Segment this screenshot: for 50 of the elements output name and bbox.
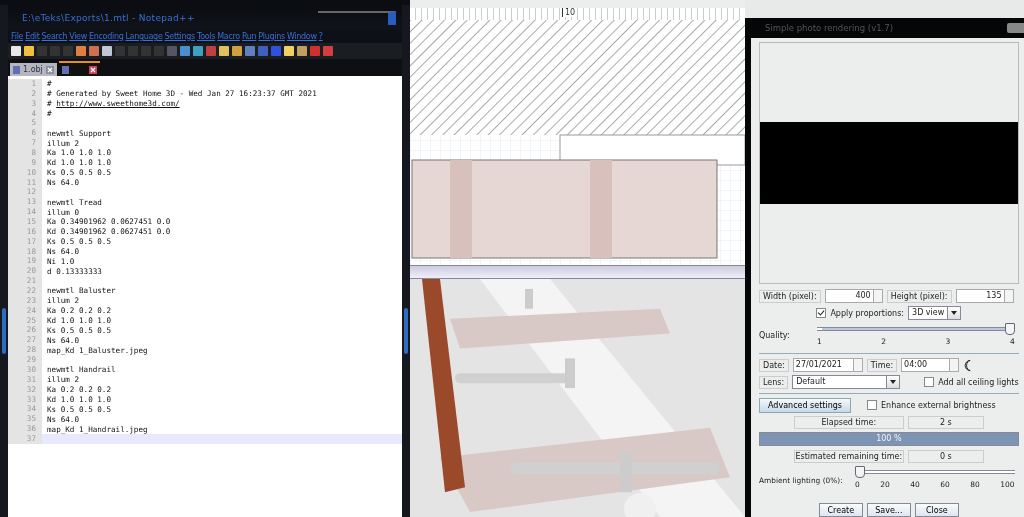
checkbox-label: Apply proportions:	[830, 308, 905, 318]
menu-item[interactable]: Tools	[196, 32, 216, 41]
field-label: Lens:	[759, 375, 789, 389]
menu-item[interactable]: Encoding	[88, 32, 124, 41]
menu-item[interactable]: Macro	[217, 32, 240, 41]
menu-item[interactable]: ?	[318, 32, 323, 41]
menu-item[interactable]: Search	[41, 32, 68, 41]
status-label: Estimated remaining time:	[793, 449, 904, 463]
resize-handle[interactable]	[404, 308, 408, 354]
checkbox-label: Enhance external brightness	[881, 400, 996, 410]
status-value: 2 s	[907, 415, 984, 429]
status-value: 0 s	[907, 449, 984, 463]
progress-text: 100 %	[875, 433, 903, 445]
menu-item[interactable]: Settings	[164, 32, 195, 41]
dialog-button[interactable]: Create	[818, 503, 863, 517]
window-title: E:\eTeks\Exports\1.mtl - Notepad++	[22, 12, 195, 23]
close-button[interactable]	[1006, 23, 1024, 33]
field-label: Height (pixel):	[886, 289, 952, 303]
field-label: Time:	[866, 358, 898, 372]
splitter-bar[interactable]	[410, 265, 745, 279]
checkbox-label: Add all ceiling lights	[938, 377, 1019, 387]
menu-item[interactable]: File	[11, 32, 24, 41]
width-field[interactable]: 400	[824, 289, 883, 303]
advanced-settings-button[interactable]: Advanced settings	[759, 397, 851, 413]
close-icon[interactable]	[88, 65, 97, 74]
lens-dropdown[interactable]: Default	[792, 375, 901, 389]
checkbox[interactable]	[816, 308, 827, 318]
field-label: Width (pixel):	[759, 289, 821, 303]
menu-item[interactable]: Plugins	[258, 32, 285, 41]
menu-item[interactable]: Edit	[25, 32, 40, 41]
status-label: Elapsed time:	[793, 415, 904, 429]
date-field[interactable]: 27/01/2021	[792, 358, 863, 372]
checkbox[interactable]	[924, 377, 935, 387]
dialog-title: Simple photo rendering (v1.7)	[764, 23, 893, 33]
file-tab[interactable]: 1.obj	[10, 63, 57, 76]
ruler: 10	[410, 0, 745, 20]
proportions-dropdown[interactable]: 3D view	[908, 306, 962, 320]
height-field[interactable]: 135	[955, 289, 1014, 303]
dialog-button[interactable]: Close	[914, 503, 959, 517]
menu-item[interactable]: Language	[125, 32, 163, 41]
time-field[interactable]: 04:00	[901, 358, 960, 372]
menu-item[interactable]: View	[69, 32, 87, 41]
checkbox[interactable]	[867, 400, 877, 410]
file-tab[interactable]	[58, 61, 100, 76]
menu-item[interactable]: Window	[286, 32, 317, 41]
dialog-button[interactable]: Save...	[866, 503, 911, 517]
resize-handle[interactable]	[2, 308, 6, 354]
menu-item[interactable]: Run	[241, 32, 257, 41]
slider-label: Quality:	[759, 330, 791, 340]
field-label: Date:	[759, 358, 789, 372]
